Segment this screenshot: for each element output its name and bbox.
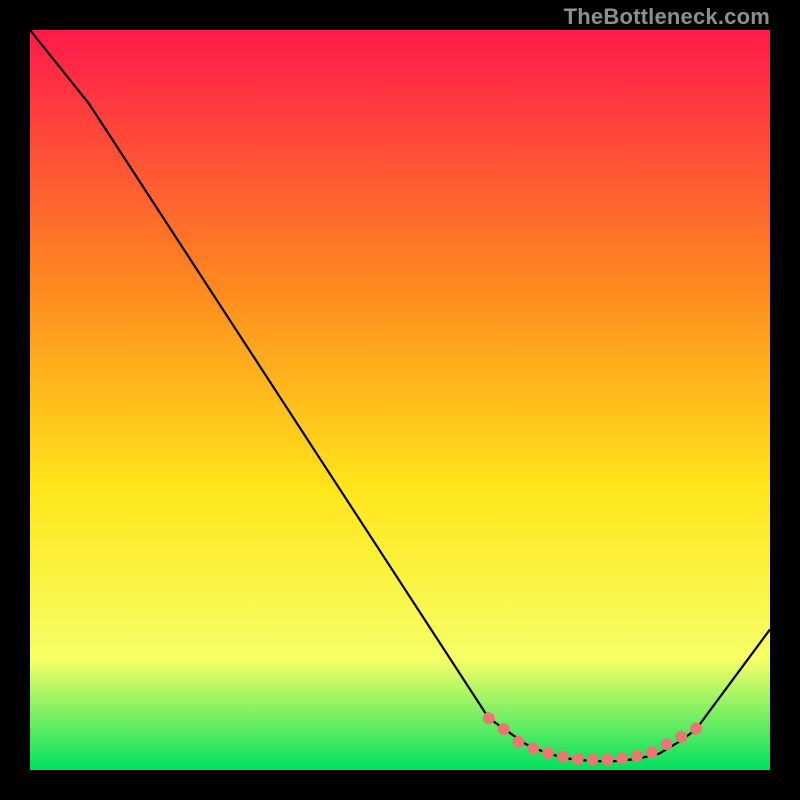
curve-marker [675,731,687,743]
curve-marker [646,746,658,758]
curve-marker [586,754,598,766]
curve-marker [631,750,643,762]
curve-marker [690,723,702,735]
chart-frame: TheBottleneck.com [0,0,800,800]
chart-svg [30,30,770,770]
gradient-background [30,30,770,770]
curve-marker [483,712,495,724]
curve-marker [660,738,672,750]
plot-area [30,30,770,770]
watermark-text: TheBottleneck.com [564,4,770,30]
curve-marker [557,751,569,763]
curve-marker [512,736,524,748]
curve-marker [616,752,628,764]
curve-marker [527,743,539,755]
curve-marker [572,753,584,765]
curve-marker [498,723,510,735]
curve-marker [542,747,554,759]
curve-marker [601,754,613,766]
